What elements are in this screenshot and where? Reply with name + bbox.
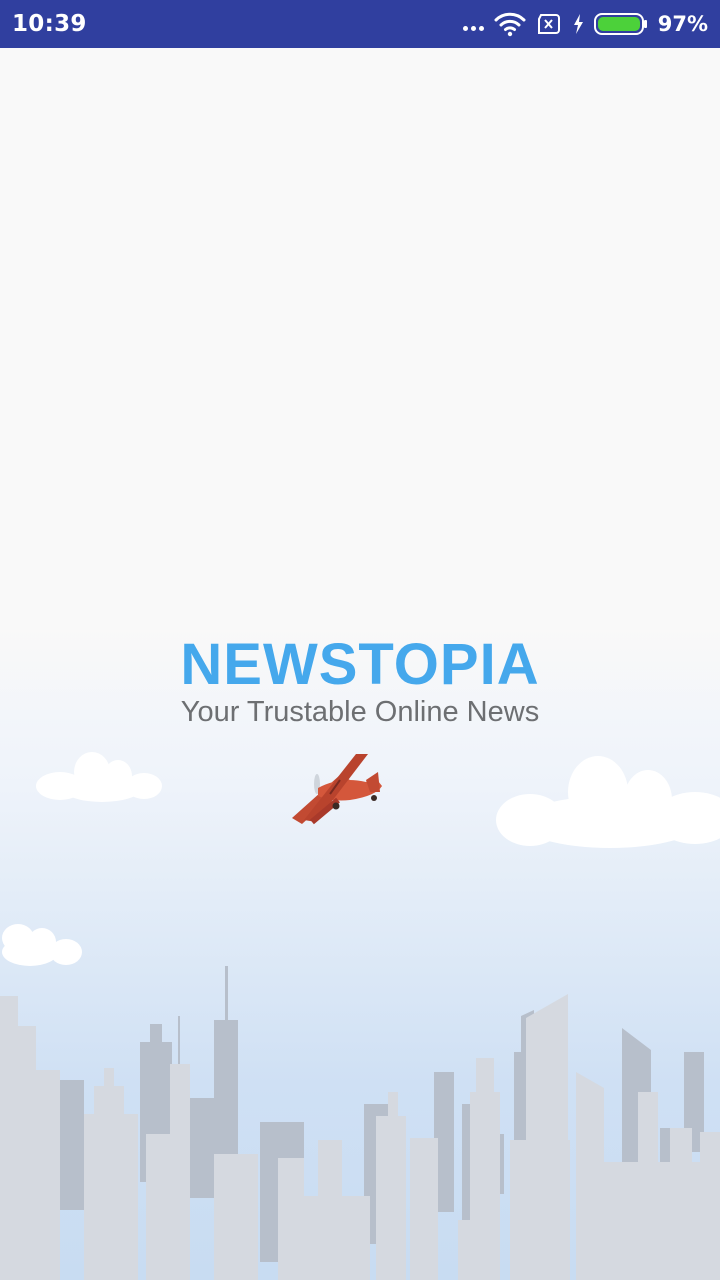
more-icon: [462, 25, 484, 31]
battery-percent: 97%: [657, 12, 708, 36]
status-bar: 10:39 97%: [0, 0, 720, 48]
status-icons: 97%: [453, 0, 708, 48]
status-time: 10:39: [12, 11, 87, 37]
sim-off-icon: [537, 14, 560, 34]
splash-screen: NEWSTOPIA Your Trustable Online News: [0, 48, 720, 1280]
app-title: NEWSTOPIA: [180, 632, 540, 697]
battery-icon: [593, 13, 647, 35]
app-tagline: Your Trustable Online News: [180, 696, 540, 728]
wifi-icon: [494, 12, 526, 37]
charging-icon: [573, 14, 583, 34]
